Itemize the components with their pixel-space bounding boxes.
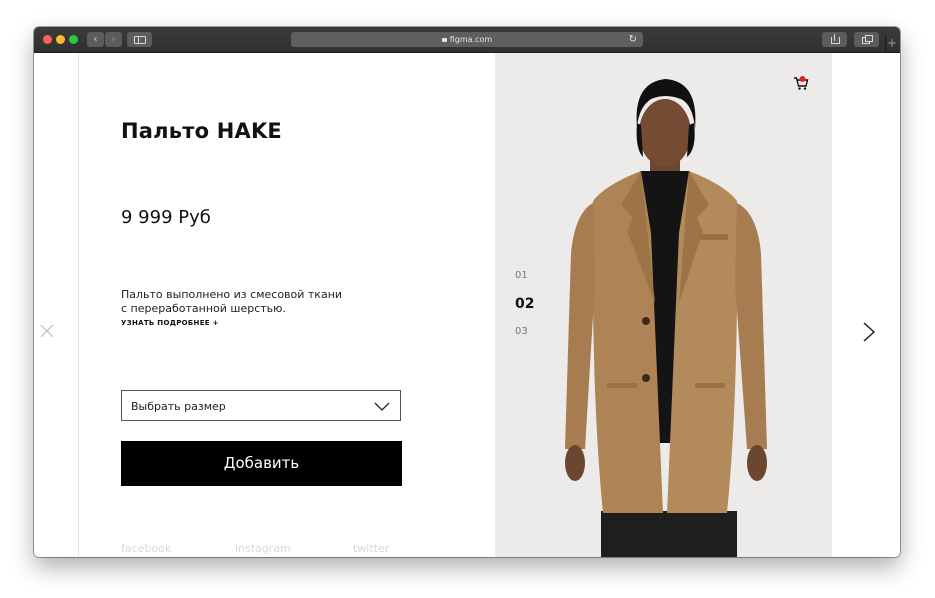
description-line: Пальто выполнено из смесовой ткани [121, 288, 343, 301]
shopping-cart-icon[interactable] [793, 75, 809, 91]
window-close-button[interactable] [43, 35, 52, 44]
gallery-page-01[interactable]: 01 [515, 270, 528, 281]
product-photo [565, 79, 767, 557]
chevron-down-icon [374, 402, 390, 411]
chevron-right-icon[interactable] [862, 321, 876, 343]
social-link-instagram[interactable]: instagram [235, 542, 291, 555]
browser-titlebar: ‹ › figma.com ↻ + [34, 27, 900, 53]
gallery-page-03[interactable]: 03 [515, 326, 528, 337]
share-button[interactable] [822, 32, 847, 47]
address-bar[interactable]: figma.com ↻ [291, 32, 643, 47]
product-page: Пальто HAKE 9 999 Руб Пальто выполнено и… [34, 53, 900, 557]
back-button[interactable]: ‹ [87, 32, 104, 47]
reload-icon[interactable]: ↻ [629, 32, 637, 47]
window-minimize-button[interactable] [56, 35, 65, 44]
chevron-right-icon: › [111, 34, 116, 45]
social-link-facebook[interactable]: facebook [121, 542, 171, 555]
size-select[interactable]: Выбрать размер [121, 390, 401, 421]
product-photo-panel: 01 02 03 [495, 53, 832, 557]
forward-button[interactable]: › [105, 32, 122, 47]
browser-window: ‹ › figma.com ↻ + Пальто HAKE 9 999 Руб … [34, 27, 900, 557]
address-bar-url: figma.com [449, 35, 493, 44]
chevron-left-icon: ‹ [93, 34, 98, 45]
add-to-cart-button[interactable]: Добавить [121, 441, 402, 486]
product-title: Пальто HAKE [121, 119, 282, 143]
lock-icon [441, 38, 447, 42]
sidebar-icon [134, 36, 146, 44]
product-price: 9 999 Руб [121, 207, 211, 228]
product-description: Пальто выполнено из смесовой ткани с пер… [121, 288, 381, 316]
left-rail-divider [78, 53, 79, 557]
description-line: с переработанной шерстью. [121, 302, 286, 315]
new-tab-button[interactable]: + [885, 35, 898, 52]
size-select-label: Выбрать размер [131, 400, 226, 413]
share-icon [831, 37, 840, 44]
learn-more-link[interactable]: УЗНАТЬ ПОДРОБНЕЕ + [121, 319, 219, 327]
window-maximize-button[interactable] [69, 35, 78, 44]
gallery-page-02[interactable]: 02 [515, 296, 534, 312]
social-link-twitter[interactable]: twitter [353, 542, 389, 555]
sidebar-toggle-button[interactable] [127, 32, 152, 47]
close-icon[interactable] [39, 323, 55, 339]
show-tabs-button[interactable] [854, 32, 879, 47]
